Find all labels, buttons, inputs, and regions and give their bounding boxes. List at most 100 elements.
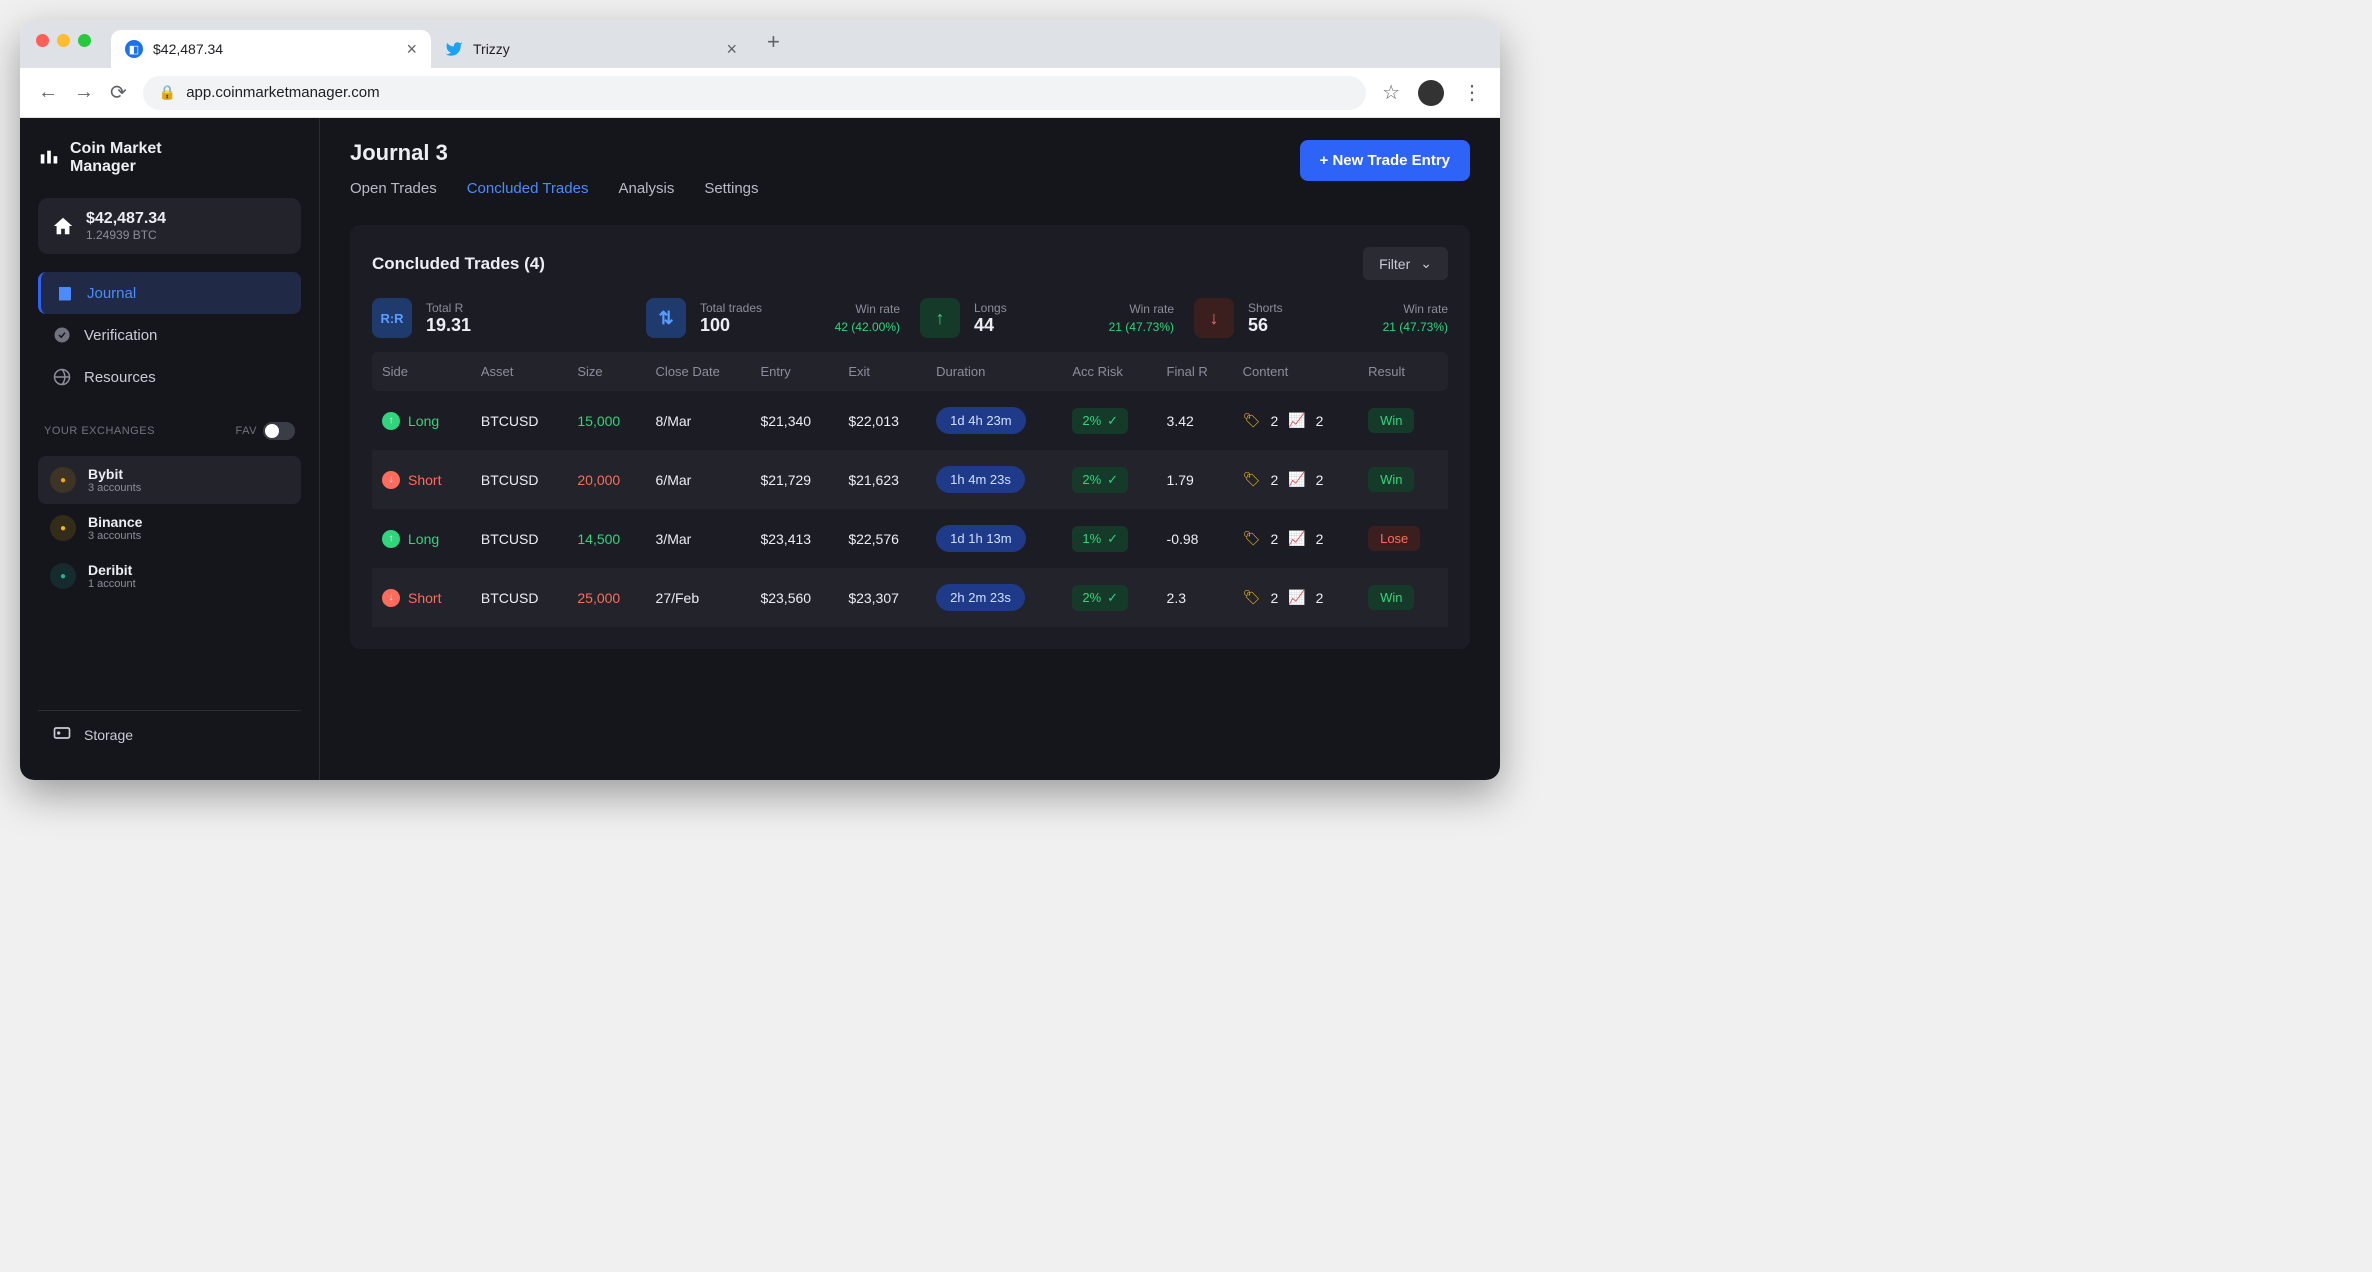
col-side[interactable]: Side: [372, 352, 471, 391]
col-close-date[interactable]: Close Date: [646, 352, 751, 391]
tab-close-icon[interactable]: ×: [406, 39, 417, 60]
filter-label: Filter: [1379, 256, 1410, 272]
final-r-cell: 3.42: [1157, 391, 1233, 450]
fav-label: FAV: [236, 425, 257, 437]
new-trade-button[interactable]: + New Trade Entry: [1300, 140, 1470, 181]
bookmark-icon[interactable]: ☆: [1382, 80, 1400, 105]
exchange-sub: 3 accounts: [88, 482, 141, 494]
main-tabs: Open Trades Concluded Trades Analysis Setti…: [350, 180, 759, 197]
col-size[interactable]: Size: [567, 352, 645, 391]
exchange-binance[interactable]: ●Binance3 accounts: [38, 504, 301, 552]
trades-panel: Concluded Trades (4) Filter ⌄ R:R Total …: [350, 225, 1470, 649]
kebab-menu-icon[interactable]: ⋮: [1462, 80, 1482, 105]
new-tab-button[interactable]: +: [751, 29, 796, 55]
content-cell: 🏷2 📈2: [1243, 530, 1348, 547]
storage-link[interactable]: Storage: [38, 710, 301, 758]
col-asset[interactable]: Asset: [471, 352, 568, 391]
risk-pill: 2% ✓: [1072, 408, 1128, 434]
size-cell: 20,000: [567, 450, 645, 509]
stat-extra-label: Win rate: [1383, 302, 1448, 316]
exit-cell: $23,307: [838, 568, 926, 627]
table-row[interactable]: ↑LongBTCUSD14,5003/Mar$23,413$22,5761d 1…: [372, 509, 1448, 568]
balance-amount: $42,487.34: [86, 210, 166, 228]
verification-icon: [52, 325, 72, 345]
col-content[interactable]: Content: [1233, 352, 1358, 391]
tab-settings[interactable]: Settings: [704, 180, 758, 197]
stat-label: Shorts: [1248, 301, 1283, 315]
logo-text-2: Manager: [70, 158, 162, 176]
sidebar-item-journal[interactable]: Journal: [38, 272, 301, 314]
table-row[interactable]: ↓ShortBTCUSD25,00027/Feb$23,560$23,3072h…: [372, 568, 1448, 627]
asset-cell: BTCUSD: [471, 568, 568, 627]
size-cell: 25,000: [567, 568, 645, 627]
check-icon: ✓: [1107, 531, 1118, 547]
col-result[interactable]: Result: [1358, 352, 1448, 391]
check-icon: ✓: [1107, 590, 1118, 606]
back-icon[interactable]: ←: [38, 81, 58, 104]
tag-icon: 🏷: [1243, 589, 1261, 606]
arrow-up-icon: ↑: [920, 298, 960, 338]
size-cell: 14,500: [567, 509, 645, 568]
logo[interactable]: Coin Market Manager: [38, 140, 301, 176]
side-cell: ↓Short: [382, 471, 461, 489]
stat-extra-value: 21 (47.73%): [1109, 320, 1174, 334]
profile-avatar-icon[interactable]: [1418, 80, 1444, 106]
result-pill: Win: [1368, 408, 1414, 433]
browser-tab-active[interactable]: ◧ $42,487.34 ×: [111, 30, 431, 68]
exchange-sub: 1 account: [88, 578, 136, 590]
fav-toggle[interactable]: [263, 422, 295, 440]
panel-title: Concluded Trades (4): [372, 254, 545, 274]
result-pill: Win: [1368, 585, 1414, 610]
logo-icon: [38, 147, 60, 169]
storage-label: Storage: [84, 727, 133, 743]
table-row[interactable]: ↑LongBTCUSD15,0008/Mar$21,340$22,0131d 4…: [372, 391, 1448, 450]
minimize-window-icon[interactable]: [57, 34, 70, 47]
forward-icon[interactable]: →: [74, 81, 94, 104]
col-final-r[interactable]: Final R: [1157, 352, 1233, 391]
trades-table: SideAssetSizeClose DateEntryExitDuration…: [372, 352, 1448, 627]
col-acc-risk[interactable]: Acc Risk: [1062, 352, 1156, 391]
browser-window: ◧ $42,487.34 × Trizzy × + ← → ⟳ 🔒 app.co…: [20, 20, 1500, 780]
entry-cell: $21,340: [750, 391, 838, 450]
entry-cell: $21,729: [750, 450, 838, 509]
exit-cell: $22,576: [838, 509, 926, 568]
content-cell: 🏷2 📈2: [1243, 471, 1348, 488]
tag-icon: 🏷: [1243, 412, 1261, 429]
col-exit[interactable]: Exit: [838, 352, 926, 391]
close-window-icon[interactable]: [36, 34, 49, 47]
exchange-deribit[interactable]: ●Deribit1 account: [38, 552, 301, 600]
content-cell: 🏷2 📈2: [1243, 412, 1348, 429]
url-input[interactable]: 🔒 app.coinmarketmanager.com: [143, 76, 1366, 110]
tab-analysis[interactable]: Analysis: [618, 180, 674, 197]
table-row[interactable]: ↓ShortBTCUSD20,0006/Mar$21,729$21,6231h …: [372, 450, 1448, 509]
col-entry[interactable]: Entry: [750, 352, 838, 391]
col-duration[interactable]: Duration: [926, 352, 1062, 391]
side-cell: ↓Short: [382, 589, 461, 607]
close-date-cell: 3/Mar: [646, 509, 751, 568]
tab-concluded-trades[interactable]: Concluded Trades: [467, 180, 589, 197]
maximize-window-icon[interactable]: [78, 34, 91, 47]
tab-open-trades[interactable]: Open Trades: [350, 180, 437, 197]
reload-icon[interactable]: ⟳: [110, 80, 127, 105]
asset-cell: BTCUSD: [471, 391, 568, 450]
ratio-icon: R:R: [372, 298, 412, 338]
browser-tab-inactive[interactable]: Trizzy ×: [431, 30, 751, 68]
tag-icon: 🏷: [1243, 471, 1261, 488]
stat-extra-value: 42 (42.00%): [835, 320, 900, 334]
asset-cell: BTCUSD: [471, 509, 568, 568]
filter-button[interactable]: Filter ⌄: [1363, 247, 1448, 280]
stat-value: 100: [700, 315, 762, 336]
duration-pill: 1d 1h 13m: [936, 525, 1025, 552]
balance-card[interactable]: $42,487.34 1.24939 BTC: [38, 198, 301, 254]
tab-favicon: ◧: [125, 40, 143, 58]
chart-icon: 📈: [1288, 412, 1305, 429]
check-icon: ✓: [1107, 472, 1118, 488]
sidebar-item-resources[interactable]: Resources: [38, 356, 301, 398]
risk-pill: 2% ✓: [1072, 467, 1128, 493]
browser-tab-strip: ◧ $42,487.34 × Trizzy × +: [20, 20, 1500, 68]
sidebar-item-verification[interactable]: Verification: [38, 314, 301, 356]
tab-close-icon[interactable]: ×: [726, 39, 737, 60]
exchange-bybit[interactable]: ●Bybit3 accounts: [38, 456, 301, 504]
side-cell: ↑Long: [382, 530, 461, 548]
size-cell: 15,000: [567, 391, 645, 450]
